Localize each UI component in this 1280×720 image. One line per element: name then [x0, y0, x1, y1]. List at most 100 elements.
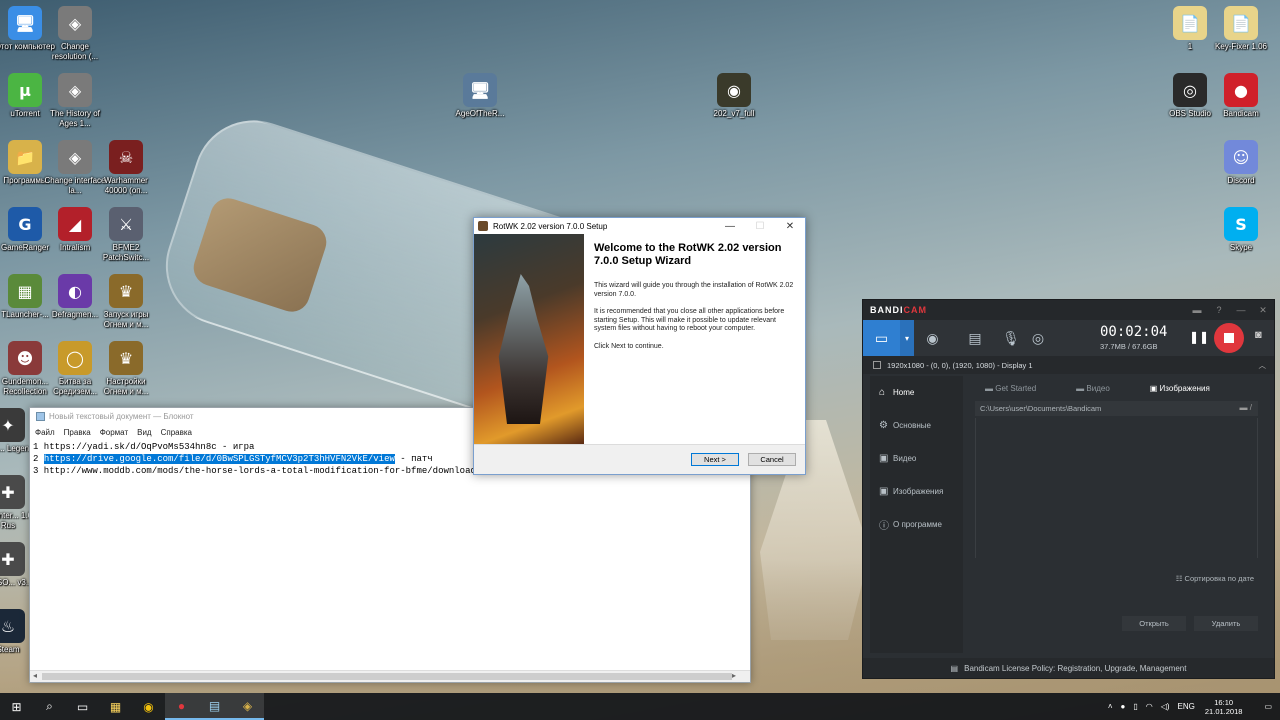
- gear-icon: ⚙: [879, 420, 888, 431]
- camera-icon[interactable]: ◙: [1255, 329, 1262, 341]
- tab-video[interactable]: ▬ Видео: [1076, 384, 1130, 393]
- notepad-title: Новый текстовый документ — Блокнот: [49, 412, 194, 421]
- bandicam-window[interactable]: BANDICAM ▬ ? — ✕ ▭ ▾ ◉ ▤ 🎙 ◎ 00:02:04 37…: [862, 299, 1275, 679]
- scroll-thumb[interactable]: [42, 673, 732, 680]
- menu-file[interactable]: Файл: [35, 428, 55, 437]
- nav-about[interactable]: ⓘ О программе: [870, 508, 963, 541]
- wizard-intro-text: This wizard will guide you through the i…: [594, 282, 794, 298]
- taskbar-explorer[interactable]: ▦: [99, 693, 132, 720]
- next-button[interactable]: Next >: [691, 453, 739, 466]
- stop-record-button[interactable]: [1214, 323, 1244, 353]
- close-icon[interactable]: ✕: [1252, 305, 1274, 316]
- device-mode-button[interactable]: ▤: [951, 320, 999, 356]
- sort-label: Сортировка по дате: [1184, 574, 1254, 583]
- pause-icon[interactable]: ❚❚: [1189, 330, 1209, 344]
- bandicam-titlebar[interactable]: BANDICAM ▬ ? — ✕: [863, 300, 1274, 320]
- desktop-icon-change-res[interactable]: ◈ Change resolution (...: [43, 6, 107, 62]
- obs-icon: ◎: [1173, 73, 1207, 107]
- menu-format[interactable]: Формат: [100, 428, 128, 437]
- nav-general[interactable]: ⚙ Основные: [870, 409, 963, 442]
- desktop-icon-warhammer[interactable]: ☠ Warhammer 40000 (оп...: [94, 140, 158, 196]
- horizontal-scrollbar[interactable]: ◂ ▸: [30, 670, 750, 682]
- desktop-icon-v202[interactable]: ◉ 202_v7_full: [702, 73, 766, 119]
- clock[interactable]: 16:10 21.01.2018: [1205, 698, 1243, 716]
- bandicam-main: ▬ Get Started ▬ Видео ▣ Изображения C:\U…: [975, 384, 1258, 652]
- setup-wizard-window[interactable]: RotWK 2.02 version 7.0.0 Setup — ☐ ✕ Wel…: [473, 217, 806, 475]
- file-list[interactable]: [975, 418, 1258, 558]
- taskbar-chrome[interactable]: ◉: [132, 693, 165, 720]
- mic-button[interactable]: 🎙: [999, 320, 1023, 356]
- search-button[interactable]: ⌕: [33, 693, 66, 720]
- desktop-icon-bfme2-patch[interactable]: ⚔ BFME2 PatchSwitc...: [94, 207, 158, 263]
- language-indicator[interactable]: ENG: [1178, 702, 1195, 711]
- target-checkbox[interactable]: [873, 361, 881, 369]
- screen-mode-button[interactable]: ▭: [863, 320, 900, 356]
- game-mode-button[interactable]: ◉: [914, 320, 951, 356]
- folder-icon[interactable]: ▬ /: [1240, 403, 1252, 412]
- tab-label: Изображения: [1159, 384, 1210, 393]
- desktop-icon-age-of-the[interactable]: 🖥 AgeOfTheR...: [448, 73, 512, 119]
- chat-icon: ▤: [950, 663, 959, 673]
- desktop-icon-discord[interactable]: ☺ Discord: [1209, 140, 1273, 186]
- desktop-icon-history-ages[interactable]: ◈ The History of Ages 1...: [43, 73, 107, 129]
- notifications-icon[interactable]: ▭: [1264, 702, 1272, 711]
- close-icon[interactable]: ✕: [775, 221, 805, 232]
- nav-label: Изображения: [893, 487, 944, 496]
- desktop-icon-settings-fire[interactable]: ♛ Настройки Огнем и м...: [94, 341, 158, 397]
- desktop-icon-label: The History of Ages 1...: [50, 109, 100, 128]
- wifi-icon[interactable]: ◠: [1146, 702, 1153, 711]
- volume-icon[interactable]: ◁): [1161, 702, 1170, 711]
- webcam-button[interactable]: ◎: [1023, 320, 1053, 356]
- delete-button[interactable]: Удалить: [1194, 616, 1258, 631]
- selected-link[interactable]: https://drive.google.com/file/d/0BwSPLGS…: [43, 454, 395, 464]
- wizard-titlebar[interactable]: RotWK 2.02 version 7.0.0 Setup — ☐ ✕: [474, 218, 805, 234]
- desktop-icon-label: BFME2 PatchSwitc...: [102, 243, 150, 262]
- license-policy-bar[interactable]: ▤ Bandicam License Policy: Registration,…: [863, 658, 1274, 678]
- network-icon[interactable]: ▯: [1133, 702, 1137, 711]
- image-icon: ▣: [879, 486, 889, 497]
- desktop-icon-skype[interactable]: S Skype: [1209, 207, 1273, 253]
- task-view-button[interactable]: ▭: [66, 693, 99, 720]
- nav-home[interactable]: ⌂ Home: [870, 376, 963, 409]
- tab-images[interactable]: ▣ Изображения: [1150, 384, 1230, 393]
- this-pc-icon: 🖥: [8, 6, 42, 40]
- desktop-icon-bandicam-icon[interactable]: ● Bandicam: [1209, 73, 1273, 119]
- bandicam-icon: ●: [177, 698, 186, 713]
- start-button[interactable]: ⊞: [0, 693, 33, 720]
- chevron-up-icon[interactable]: ︿: [1259, 360, 1267, 371]
- record-size: 37.7MB / 67.6GB: [1100, 342, 1158, 351]
- open-button[interactable]: Открыть: [1122, 616, 1186, 631]
- chevron-down-icon: ▾: [904, 333, 909, 343]
- capture-target-bar[interactable]: 1920x1080 - (0, 0), (1920, 1080) - Displ…: [863, 356, 1274, 374]
- bandicam-tray-icon[interactable]: ●: [1120, 702, 1125, 711]
- menu-edit[interactable]: Правка: [64, 428, 91, 437]
- minimize-icon[interactable]: —: [715, 221, 745, 232]
- chevron-up-icon[interactable]: ˄: [1108, 702, 1113, 711]
- scroll-right-icon[interactable]: ▸: [732, 671, 736, 680]
- sort-by-date[interactable]: ☷ Сортировка по дате: [975, 574, 1258, 583]
- desktop-icon-label: AgeOfTheR...: [455, 109, 505, 118]
- help-icon[interactable]: ?: [1208, 305, 1230, 316]
- taskbar-notepad[interactable]: ▤: [198, 693, 231, 720]
- cancel-button[interactable]: Cancel: [748, 453, 796, 466]
- nav-video[interactable]: ▣ Видео: [870, 442, 963, 475]
- nav-images[interactable]: ▣ Изображения: [870, 475, 963, 508]
- hdmi-icon: ▤: [968, 329, 982, 346]
- desktop-icon-launch-games[interactable]: ♛ Запуск игры Огнем и м...: [94, 274, 158, 330]
- taskbar-bandicam[interactable]: ●: [165, 693, 198, 720]
- skyrim-icon: ✦: [0, 408, 25, 442]
- menu-help[interactable]: Справка: [161, 428, 192, 437]
- taskbar-setup[interactable]: ◈: [231, 693, 264, 720]
- desktop-icon-key-fixer[interactable]: 📄 Key-Fixer 1.06: [1209, 6, 1273, 52]
- screen-mode-dropdown[interactable]: ▾: [900, 320, 914, 356]
- output-folder-path[interactable]: C:\Users\user\Documents\Bandicam ▬ /: [975, 401, 1258, 416]
- change-res-icon: ◈: [58, 6, 92, 40]
- desktop-icon-label: Настройки Огнем и м...: [103, 377, 149, 396]
- tab-get-started[interactable]: ▬ Get Started: [985, 384, 1056, 393]
- folder-icon[interactable]: ▬: [1186, 305, 1208, 316]
- menu-view[interactable]: Вид: [137, 428, 151, 437]
- scroll-left-icon[interactable]: ◂: [33, 671, 37, 680]
- intralism-icon: ◢: [58, 207, 92, 241]
- minimize-icon[interactable]: —: [1230, 305, 1252, 316]
- desktop-icon-label: Skype: [1229, 243, 1253, 252]
